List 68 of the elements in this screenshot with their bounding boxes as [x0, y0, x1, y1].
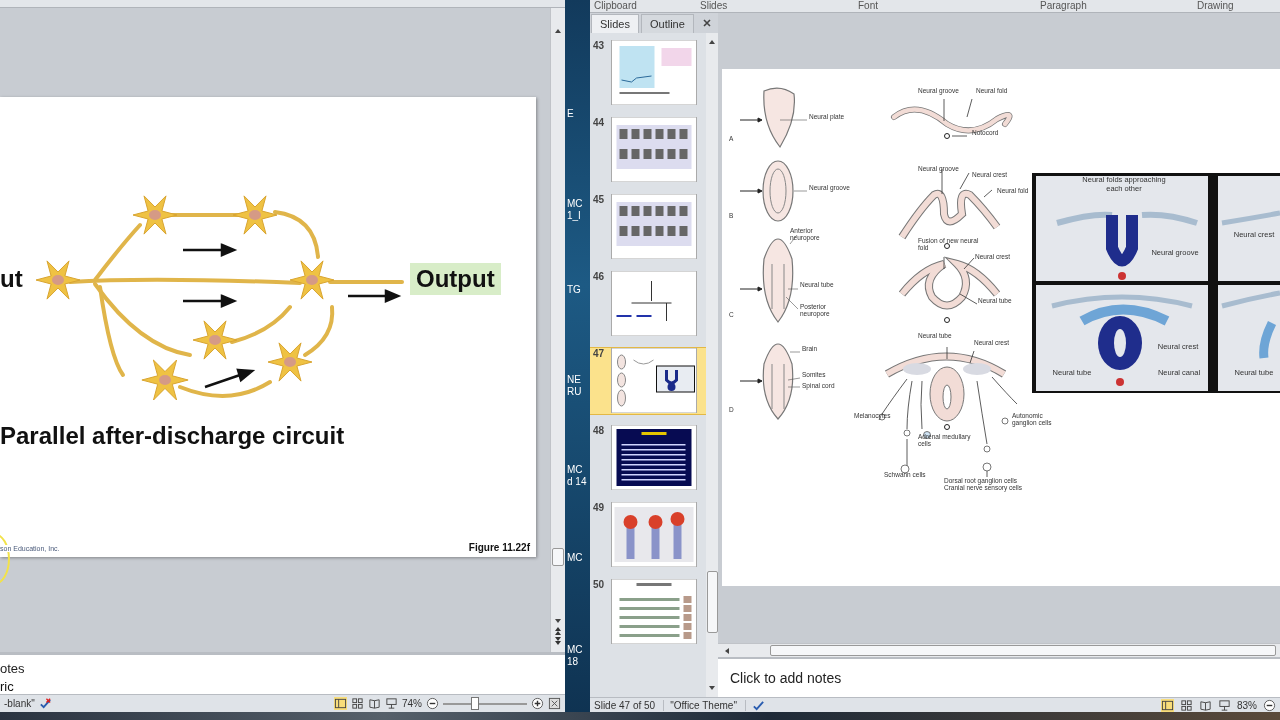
input-label: ut: [0, 265, 23, 293]
notes-placeholder: Click to add notes: [730, 670, 842, 687]
zoom-level: 74%: [402, 698, 422, 709]
desktop-icon-label[interactable]: MC 18: [567, 644, 583, 668]
book-icon[interactable]: [368, 697, 381, 710]
desktop-icon-label[interactable]: E: [567, 108, 574, 120]
slide-thumbnail-item[interactable]: 46: [590, 271, 706, 337]
slide-number: 49: [593, 502, 606, 513]
book-icon[interactable]: [1199, 698, 1212, 712]
slide-sorter-icon[interactable]: [351, 697, 364, 710]
figure-number: Figure 11.22f: [468, 542, 530, 553]
slide-number: 48: [593, 425, 606, 436]
ribbon-group-label: Clipboard: [594, 0, 637, 11]
desktop-icon-label[interactable]: TG: [567, 284, 581, 296]
normal-view-icon[interactable]: [1161, 698, 1174, 712]
slide-title: Parallel after-discharge circuit: [0, 422, 345, 450]
thumbnail-scrollbar[interactable]: [706, 33, 718, 697]
slide-thumbnail-item[interactable]: 49: [590, 502, 706, 568]
spell-check-icon[interactable]: [38, 697, 52, 710]
next-slide-icon[interactable]: [553, 636, 563, 646]
zoom-level: 83%: [1237, 699, 1257, 711]
desktop-icon-label[interactable]: MC d 14: [567, 464, 587, 488]
slide-position: Slide 47 of 50: [594, 699, 665, 711]
zoom-in-icon[interactable]: [531, 697, 544, 710]
theme-name: -blank": [4, 698, 35, 709]
close-icon[interactable]: [701, 18, 712, 28]
slide-sorter-icon[interactable]: [1180, 698, 1193, 712]
slide-number: 43: [593, 40, 606, 51]
panel-tab[interactable]: Slides: [591, 14, 639, 33]
previous-slide-icon[interactable]: [553, 626, 563, 636]
slide-thumbnail-item[interactable]: 45: [590, 194, 706, 260]
slide-number: 47: [593, 348, 606, 359]
slide-number: 50: [593, 579, 606, 590]
slideshow-icon[interactable]: [385, 697, 398, 710]
normal-view-icon[interactable]: [334, 697, 347, 710]
desktop-icon-label[interactable]: NE RU: [567, 374, 582, 398]
slide-thumbnail-item[interactable]: 43: [590, 40, 706, 106]
slideshow-icon[interactable]: [1218, 698, 1231, 712]
slide-thumbnail-item[interactable]: 48: [590, 425, 706, 491]
desktop-icon-label[interactable]: MC 1_I: [567, 198, 583, 222]
fit-to-window-icon[interactable]: [548, 697, 561, 710]
notes-pane[interactable]: otes ric: [0, 652, 565, 694]
slide-thumbnail-item[interactable]: 44: [590, 117, 706, 183]
vertical-scrollbar[interactable]: [550, 8, 565, 652]
ribbon-group-label: Slides: [700, 0, 728, 11]
output-label: Output: [410, 263, 501, 295]
slide-number: 44: [593, 117, 606, 128]
scroll-thumb[interactable]: [552, 548, 564, 566]
slide-number: 45: [593, 194, 606, 205]
zoom-slider-thumb[interactable]: [471, 697, 480, 710]
horizontal-scrollbar[interactable]: [718, 643, 1280, 658]
notes-pane[interactable]: Click to add notes: [718, 657, 1280, 697]
notes-placeholder: otes: [0, 661, 26, 676]
zoom-out-icon[interactable]: [426, 697, 439, 710]
scroll-thumb[interactable]: [706, 571, 718, 633]
spell-check-icon[interactable]: [751, 698, 765, 712]
ribbon-group-label: Drawing: [1197, 0, 1234, 11]
theme-name: "Office Theme": [670, 699, 746, 711]
slide-number: 46: [593, 271, 606, 282]
slide-thumbnail-item[interactable]: 50: [590, 579, 706, 645]
slide-thumbnail-item[interactable]: 47: [590, 348, 706, 414]
scroll-thumb[interactable]: [770, 645, 1276, 657]
panel-tab[interactable]: Outline: [640, 14, 694, 33]
ribbon-group-label: Paragraph: [1040, 0, 1087, 11]
ribbon-fragment-text: ric: [0, 679, 15, 694]
desktop-icon-label[interactable]: MC: [567, 552, 583, 564]
ribbon-group-label: Font: [858, 0, 878, 11]
zoom-out-icon[interactable]: [1263, 698, 1276, 712]
